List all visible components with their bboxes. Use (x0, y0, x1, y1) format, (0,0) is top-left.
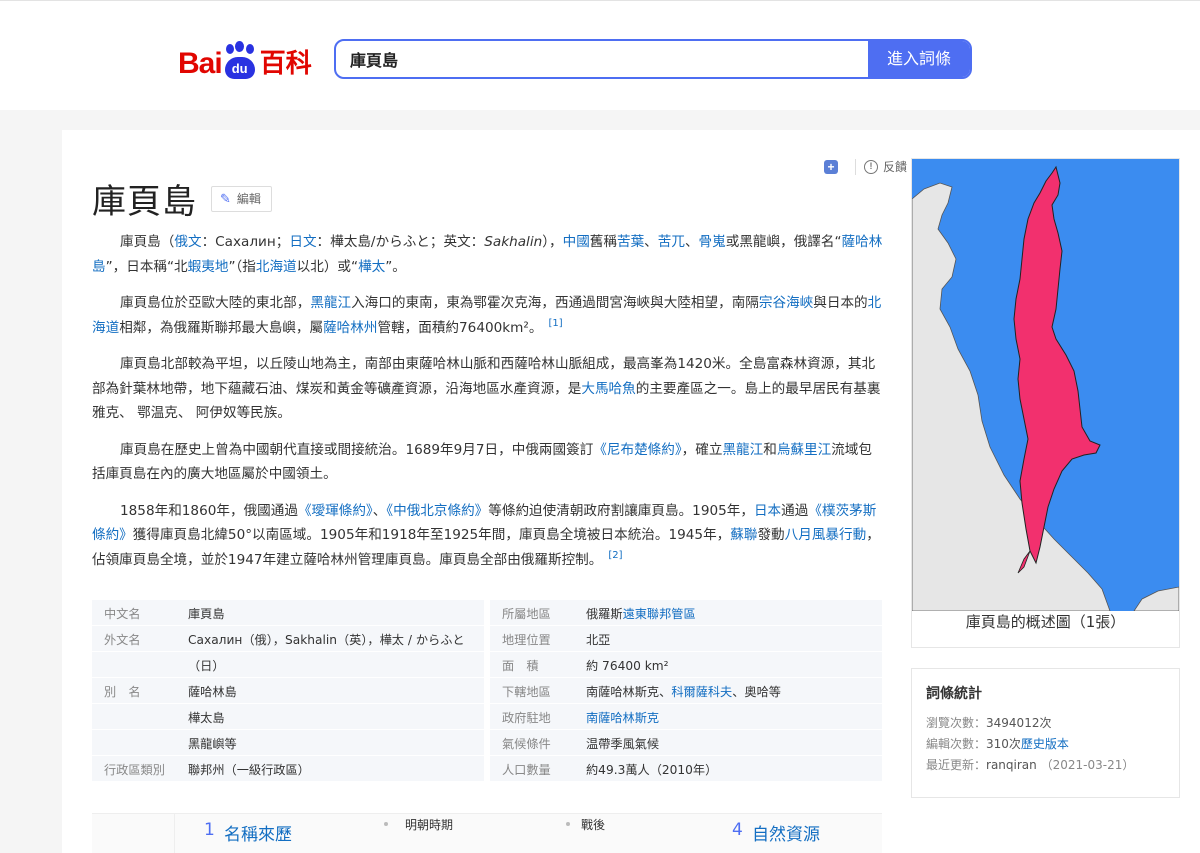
link-kuwu[interactable]: 苦兀 (658, 234, 685, 250)
link-karafuto[interactable]: 樺太 (358, 259, 385, 275)
entry-card: + !反饋 ⇱分享 庫頁島 ✎ 編輯 庫頁島（俄文：Сахалин；日文：樺太島… (62, 130, 1200, 853)
link-amur[interactable]: 黑龍江 (310, 295, 351, 311)
entry-statistics: 詞條統計 瀏覽次數：3494012次 編輯次數：310次歷史版本 最近更新：ra… (911, 668, 1180, 798)
link-korsakov[interactable]: 科爾薩科夫 (671, 685, 732, 699)
title-row: 庫頁島 ✎ 編輯 (92, 174, 272, 223)
sakhalin-map (912, 159, 1179, 611)
link-chum-salmon[interactable]: 大馬哈魚 (581, 381, 635, 397)
info-row: 中文名 庫頁島 (92, 600, 484, 625)
link-guwei[interactable]: 骨嵬 (699, 234, 726, 250)
add-button[interactable]: + (824, 159, 843, 174)
info-row: 政府駐地 南薩哈林斯克 (490, 704, 882, 729)
page-title: 庫頁島 (92, 182, 197, 222)
edit-button[interactable]: ✎ 編輯 (211, 185, 272, 212)
link-sakhalin-oblast[interactable]: 薩哈林州 (323, 320, 377, 336)
toc-item-name-origin[interactable]: 名稱來歷 (224, 820, 292, 845)
toc-sub-ming[interactable]: 明朝時期 (405, 816, 453, 833)
summary-paragraph: 庫頁島北部較為平坦，以丘陵山地為主，南部由東薩哈林山脈和西薩哈林山脈組成，最高峯… (92, 356, 881, 421)
search-box: 進入詞條 (334, 39, 972, 79)
link-hokkaido[interactable]: 北海道 (256, 259, 297, 275)
info-row: 氣候條件 温帶季風氣候 (490, 730, 882, 755)
history-link[interactable]: 歷史版本 (1021, 737, 1069, 751)
logo-du-text: du (224, 57, 255, 79)
link-far-east-district[interactable]: 遠東聯邦管區 (623, 607, 696, 621)
toc-item-natural-resources[interactable]: 自然資源 (752, 820, 820, 845)
reference-1[interactable]: [1] (548, 318, 562, 329)
paw-icon: du (223, 41, 257, 81)
link-august-storm[interactable]: 八月風暴行動 (785, 527, 867, 543)
link-aigun-treaty[interactable]: 《璦琿條約》 (298, 503, 373, 519)
map-caption[interactable]: 庫頁島的概述圖（1張） (912, 611, 1179, 632)
info-row: 行政區類別 聯邦州（一級行政區） (92, 756, 484, 781)
table-of-contents: 1 名稱來歷 明朝時期 戰後 4 自然資源 (92, 813, 882, 853)
pencil-icon: ✎ (220, 190, 231, 206)
enter-entry-button[interactable]: 進入詞條 (868, 41, 970, 77)
info-row: 外文名 Сахалин（俄），Sakhalin（英），樺太 / からふと (92, 626, 484, 651)
info-row: 下轄地區 南薩哈林斯克、科爾薩科夫、奧哈等 (490, 678, 882, 703)
link-soya-strait[interactable]: 宗谷海峽 (759, 295, 813, 311)
plus-icon: + (824, 159, 838, 174)
info-icon: ! (864, 159, 878, 174)
basic-info-right: 所屬地區 俄羅斯遠東聯邦管區 地理位置 北亞 面 積約 76400 km² 下轄地區… (490, 600, 882, 782)
link-ezochi[interactable]: 蝦夷地 (188, 259, 229, 275)
header: Bai du 百科 進入詞條 (0, 0, 1200, 110)
link-ussuri[interactable]: 烏蘇里江 (777, 442, 831, 458)
views-count: 瀏覽次數：3494012次 (926, 716, 1052, 730)
info-row: （日） (92, 652, 484, 677)
link-kuye[interactable]: 苦葉 (617, 234, 644, 250)
baike-logo[interactable]: Bai du 百科 (178, 37, 312, 81)
summary-paragraph: 庫頁島位於亞歐大陸的東北部，黑龍江入海口的東南，東為鄂霍次克海，西通過間宮海峽與… (92, 295, 882, 336)
summary-paragraph: 庫頁島（俄文：Сахалин；日文：樺太島/からふと；英文：Sakhalin），… (92, 234, 883, 275)
summary-image[interactable]: 庫頁島的概述圖（1張） (911, 158, 1180, 648)
link-yuzhno-sakhalinsk[interactable]: 南薩哈林斯克 (586, 708, 659, 726)
link-nerchinsk-treaty[interactable]: 《尼布楚條約》 (593, 442, 681, 458)
basic-info-left: 中文名 庫頁島 外文名 Сахалин（俄），Sakhalin（英），樺太 / から… (92, 600, 484, 782)
feedback-button[interactable]: ! 反饋 (864, 158, 907, 175)
link-japan[interactable]: 日本 (754, 503, 781, 519)
info-row: 黑龍嶼等 (92, 730, 484, 755)
summary: 庫頁島（俄文：Сахалин；日文：樺太島/からふと；英文：Sakhalin），… (92, 230, 884, 584)
logo-bai-text: Bai (178, 47, 223, 80)
link-beijing-treaty[interactable]: 《中俄北京條約》 (386, 503, 488, 519)
logo-baike-text: 百科 (259, 49, 312, 79)
link-russian[interactable]: 俄文 (174, 234, 201, 250)
link-china[interactable]: 中國 (563, 234, 590, 250)
toc-sub-postwar[interactable]: 戰後 (581, 816, 605, 833)
edits-count: 編輯次數：310次歷史版本 (926, 737, 1069, 751)
info-row: 人口數量 約49.3萬人（2010年） (490, 756, 882, 781)
search-input[interactable] (336, 41, 870, 77)
link-soviet-union[interactable]: 蘇聯 (730, 527, 757, 543)
summary-paragraph: 1858年和1860年，俄國通過《璦琿條約》、《中俄北京條約》等條約迫使清朝政府… (92, 502, 880, 568)
summary-paragraph: 庫頁島在歷史上曾為中國朝代直接或間接統治。1689年9月7日，中俄兩國簽訂《尼布… (92, 441, 872, 483)
reference-2[interactable]: [2] (608, 550, 622, 561)
info-row: 別 名薩哈林島 (92, 678, 484, 703)
info-row: 面 積約 76400 km² (490, 652, 882, 677)
link-japanese[interactable]: 日文 (289, 234, 316, 250)
info-row: 地理位置 北亞 (490, 626, 882, 651)
last-updated: 最近更新：ranqiran （2021-03-21） (926, 758, 1135, 772)
stats-title: 詞條統計 (926, 686, 982, 702)
info-row: 所屬地區 俄羅斯遠東聯邦管區 (490, 600, 882, 625)
info-row: 樺太島 (92, 704, 484, 729)
link-amur[interactable]: 黑龍江 (722, 442, 763, 458)
